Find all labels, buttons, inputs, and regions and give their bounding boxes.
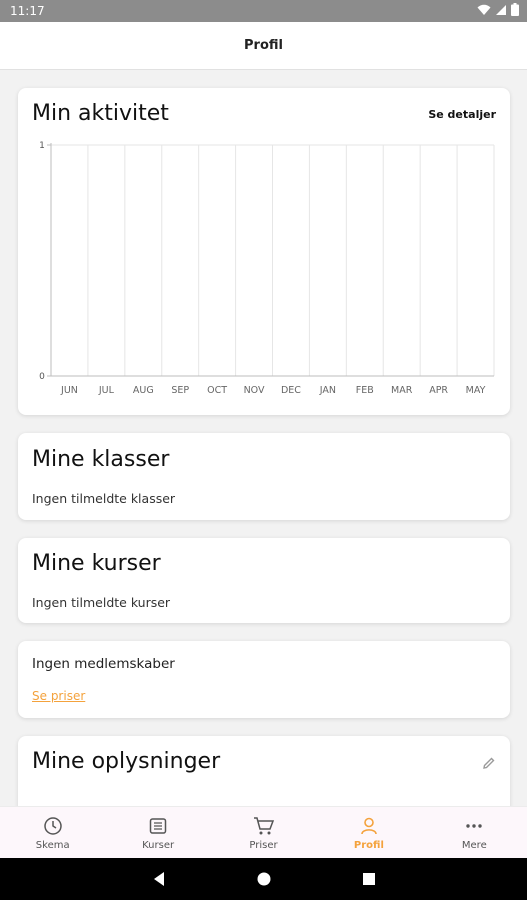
- nav-label-skema: Skema: [35, 839, 70, 851]
- info-card: Mine oplysninger: [18, 736, 510, 806]
- back-icon[interactable]: [152, 871, 166, 887]
- courses-card: Mine kurser Ingen tilmeldte kurser: [18, 538, 510, 623]
- more-icon: [464, 815, 484, 837]
- info-title: Mine oplysninger: [32, 749, 221, 774]
- page-title: Profil: [244, 38, 283, 53]
- x-tick-label: FEB: [356, 385, 374, 396]
- system-navigation-bar: [0, 858, 527, 900]
- list-icon: [148, 815, 168, 837]
- nav-label-mere: Mere: [461, 839, 487, 851]
- nav-label-profil: Profil: [353, 839, 384, 851]
- app-header: Profil: [0, 22, 527, 70]
- activity-card: Min aktivitet Se detaljer 0 1 JUN JUL AUG SEP…: [18, 88, 510, 415]
- membership-empty-text: Ingen medlemskaber: [32, 656, 175, 672]
- cart-icon: [253, 815, 275, 837]
- nav-item-kurser[interactable]: Kurser: [105, 807, 210, 858]
- nav-item-profil[interactable]: Profil: [316, 807, 421, 858]
- nav-label-kurser: Kurser: [142, 839, 175, 851]
- membership-card: Ingen medlemskaber Se priser: [18, 641, 510, 718]
- see-prices-link[interactable]: Se priser: [32, 689, 85, 703]
- x-tick-label: JUN: [60, 385, 78, 396]
- y-tick-label: 1: [39, 141, 45, 151]
- x-tick-label: SEP: [171, 385, 189, 396]
- home-icon[interactable]: [256, 871, 272, 887]
- status-time: 11:17: [10, 4, 45, 18]
- x-tick-label: JAN: [319, 385, 336, 396]
- nav-item-mere[interactable]: Mere: [422, 807, 527, 858]
- x-tick-label: MAR: [391, 385, 413, 396]
- bottom-navigation: Skema Kurser Priser Profil Mere: [0, 806, 527, 858]
- nav-item-priser[interactable]: Priser: [211, 807, 316, 858]
- clock-icon: [43, 815, 63, 837]
- system-icons: [477, 3, 519, 16]
- classes-card: Mine klasser Ingen tilmeldte klasser: [18, 433, 510, 520]
- status-bar: 11:17: [0, 0, 527, 22]
- activity-chart: 0 1 JUN JUL AUG SEP OCT NOV DEC JAN FEB MAR APR MAY: [39, 141, 495, 396]
- x-tick-label: DEC: [281, 385, 301, 396]
- x-tick-label: JUL: [98, 385, 115, 396]
- nav-item-skema[interactable]: Skema: [0, 807, 105, 858]
- battery-icon: [511, 3, 519, 16]
- x-tick-label: OCT: [207, 385, 227, 396]
- x-tick-label: APR: [429, 385, 448, 396]
- courses-empty-text: Ingen tilmeldte kurser: [32, 595, 171, 610]
- pencil-icon[interactable]: [482, 756, 496, 770]
- x-tick-label: NOV: [244, 385, 265, 396]
- wifi-icon: [477, 4, 491, 15]
- profile-content[interactable]: Min aktivitet Se detaljer 0 1 JUN JUL AUG SEP…: [0, 70, 527, 806]
- person-icon: [359, 815, 379, 837]
- courses-title: Mine kurser: [32, 551, 161, 576]
- nav-label-priser: Priser: [249, 839, 278, 851]
- recents-icon[interactable]: [362, 872, 376, 886]
- x-tick-label: MAY: [466, 385, 486, 396]
- signal-icon: [496, 4, 506, 15]
- classes-empty-text: Ingen tilmeldte klasser: [32, 491, 176, 506]
- x-tick-label: AUG: [133, 385, 154, 396]
- y-tick-label: 0: [39, 372, 45, 382]
- classes-title: Mine klasser: [32, 447, 170, 472]
